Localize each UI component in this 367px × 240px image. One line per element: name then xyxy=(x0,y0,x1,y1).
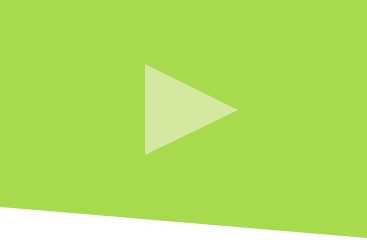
video-panel-graphic xyxy=(0,0,367,238)
video-thumbnail xyxy=(0,0,367,238)
